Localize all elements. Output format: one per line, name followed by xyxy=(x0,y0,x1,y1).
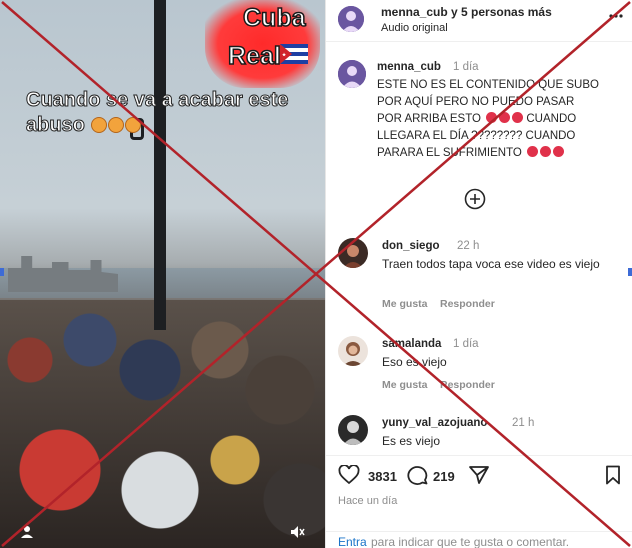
post-panel: menna_cub y 5 personas más Audio origina… xyxy=(325,0,632,548)
caption-line-part: CUANDO xyxy=(526,113,577,125)
caption-line: ESTE NO ES EL CONTENIDO QUE SUBO xyxy=(377,79,599,91)
avatar[interactable] xyxy=(338,238,368,268)
comment-count: 219 xyxy=(433,469,455,484)
tagged-user-icon[interactable] xyxy=(20,525,34,539)
profile-photo-icon xyxy=(338,336,368,366)
comment-username[interactable]: samalanda xyxy=(382,338,441,350)
reply-button[interactable]: Responder xyxy=(440,298,495,310)
post-author[interactable]: menna_cub y 5 personas más xyxy=(381,5,552,19)
like-count: 3831 xyxy=(368,469,397,484)
angry-emoji-icon xyxy=(91,117,108,133)
profile-photo-icon xyxy=(338,415,368,445)
profile-photo-icon xyxy=(338,238,368,268)
more-options-icon[interactable] xyxy=(609,14,623,18)
avatar[interactable] xyxy=(338,60,366,88)
crowd-image xyxy=(0,300,325,548)
post-actions: 3831 219 Hace un día Entra para indicar … xyxy=(326,455,632,548)
castle-silhouette xyxy=(8,256,118,292)
crying-emoji-icon xyxy=(499,112,511,123)
cuba-flag-icon xyxy=(280,44,308,64)
profile-photo-icon xyxy=(338,60,366,88)
comment-time: 1 día xyxy=(453,338,479,350)
lamp-pole xyxy=(154,0,166,330)
comment-item: don_siego 22 h Traen todos tapa voca ese… xyxy=(338,238,628,310)
avatar[interactable] xyxy=(338,6,364,32)
comment-text: Eso es viejo xyxy=(382,355,447,369)
audio-label[interactable]: Audio original xyxy=(381,22,448,34)
badge-line-2: Real xyxy=(227,41,281,71)
comment-text: Es es viejo xyxy=(382,434,441,448)
avatar[interactable] xyxy=(338,415,368,445)
crying-emoji-icon xyxy=(553,146,565,157)
comment-icon[interactable] xyxy=(406,465,428,485)
crying-emoji-icon xyxy=(512,112,524,123)
load-more-comments-icon[interactable] xyxy=(464,188,486,210)
comment-username[interactable]: don_siego xyxy=(382,240,440,252)
comment-text: Traen todos tapa voca ese video es viejo xyxy=(382,257,600,271)
reply-button[interactable]: Responder xyxy=(440,379,495,391)
like-comment-button[interactable]: Me gusta xyxy=(382,379,428,391)
login-prompt: Entra para indicar que te gusta o coment… xyxy=(326,531,632,548)
post-header: menna_cub y 5 personas más Audio origina… xyxy=(326,0,632,42)
angry-emoji-icon xyxy=(108,117,125,133)
profile-photo-icon xyxy=(338,6,364,32)
caption-line-part: POR ARRIBA ESTO xyxy=(377,113,481,125)
caption-line: LLEGARA EL DÍA ???????? CUANDO xyxy=(377,130,576,142)
crying-emoji-icon xyxy=(486,112,498,123)
caption-line-part: PARARA EL SUFRIMIENTO xyxy=(377,147,522,159)
login-link[interactable]: Entra xyxy=(338,535,367,548)
badge-line-1: Cuba xyxy=(242,3,306,33)
caption-time: 1 día xyxy=(453,61,479,73)
comment-username[interactable]: yuny_val_azojuano xyxy=(382,417,487,429)
comment-time: 21 h xyxy=(512,417,535,429)
edge-marker xyxy=(0,268,4,276)
comment-item: samalanda 1 día Eso es viejo Me gusta Re… xyxy=(338,336,628,406)
video-caption-text: Cuando se va a acabar este abuso xyxy=(25,89,289,137)
caption-line: POR AQUÍ PERO NO PUEDO PASAR xyxy=(377,96,575,108)
caption-line: POR ARRIBA ESTO CUANDO xyxy=(377,111,627,128)
video-caption: Cuando se va a acabar este abuso xyxy=(25,88,296,138)
crying-emoji-icon xyxy=(527,146,539,157)
crying-emoji-icon xyxy=(540,146,552,157)
share-icon[interactable] xyxy=(468,465,490,485)
caption-text: ESTE NO ES EL CONTENIDO QUE SUBO POR AQU… xyxy=(377,77,627,162)
caption-line: PARARA EL SUFRIMIENTO xyxy=(377,145,627,162)
login-prompt-text: para indicar que te gusta o comentar. xyxy=(371,535,570,548)
mute-icon[interactable] xyxy=(289,524,305,540)
heart-icon[interactable] xyxy=(338,465,360,485)
angry-emoji-icon xyxy=(125,117,142,133)
comment-time: 22 h xyxy=(457,240,480,252)
edge-marker xyxy=(628,268,632,276)
bookmark-icon[interactable] xyxy=(605,465,621,485)
video-player[interactable]: Cuba Real Cuando se va a acabar este abu… xyxy=(0,0,325,548)
caption-username[interactable]: menna_cub xyxy=(377,61,441,73)
avatar[interactable] xyxy=(338,336,368,366)
like-comment-button[interactable]: Me gusta xyxy=(382,298,428,310)
post-age: Hace un día xyxy=(338,495,398,507)
